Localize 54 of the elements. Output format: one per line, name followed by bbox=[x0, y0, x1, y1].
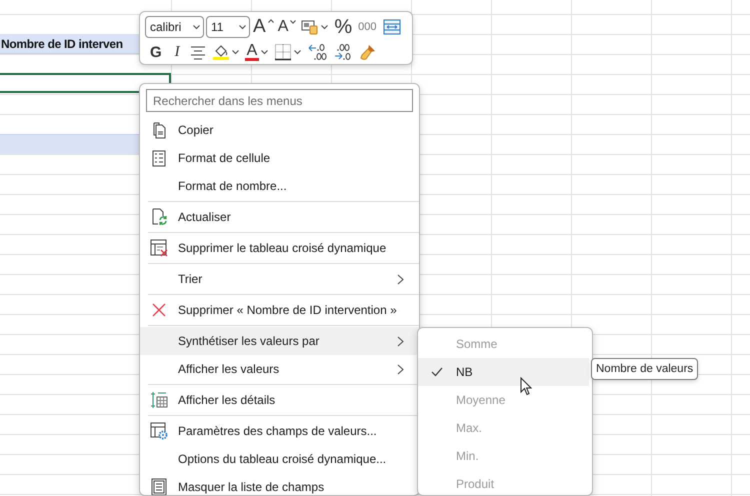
borders-icon bbox=[274, 43, 292, 61]
caret-icon bbox=[239, 24, 246, 30]
delete-cross-icon bbox=[152, 303, 166, 317]
menu-item[interactable]: Afficher les valeurs bbox=[140, 355, 419, 383]
menu-item[interactable]: Supprimer « Nombre de ID intervention » bbox=[140, 296, 419, 324]
chevron-right-icon bbox=[397, 364, 404, 374]
caret-down-icon bbox=[290, 20, 296, 24]
show-details-icon bbox=[150, 391, 168, 409]
align-center-icon bbox=[190, 44, 206, 60]
menu-item[interactable]: Afficher les détails bbox=[140, 386, 419, 414]
shrink-font-button[interactable]: A bbox=[276, 16, 298, 38]
caret-up-icon bbox=[268, 19, 274, 23]
mouse-cursor-icon bbox=[520, 377, 532, 396]
italic-button[interactable]: I bbox=[168, 41, 186, 63]
menu-item[interactable]: Trier bbox=[140, 265, 419, 293]
refresh-document-icon bbox=[150, 208, 168, 226]
chevron-right-icon bbox=[397, 336, 404, 346]
paint-bucket-icon bbox=[212, 43, 230, 61]
percent-button[interactable]: % bbox=[332, 16, 354, 38]
paintbrush-icon bbox=[359, 43, 378, 61]
decimal-arrow-icon bbox=[307, 43, 328, 61]
header-text: Nombre de ID interven bbox=[1, 37, 123, 51]
grow-font-button[interactable]: A bbox=[252, 16, 275, 38]
menu-item[interactable]: Synthétiser les valeurs par bbox=[140, 327, 419, 355]
copy-icon bbox=[151, 121, 167, 139]
bold-button[interactable]: G bbox=[145, 41, 167, 63]
menu-item[interactable]: Format de cellule bbox=[140, 144, 419, 172]
wrap-icon bbox=[382, 19, 401, 35]
menu-item[interactable]: Supprimer le tableau croisé dynamique bbox=[140, 234, 419, 262]
menu-item[interactable]: Paramètres des champs de valeurs... bbox=[140, 417, 419, 445]
caret-icon bbox=[261, 50, 268, 54]
borders-button[interactable] bbox=[272, 41, 304, 63]
caret-icon bbox=[321, 24, 328, 30]
format-cells-icon bbox=[152, 150, 166, 166]
field-settings-icon bbox=[150, 422, 168, 440]
caret-icon bbox=[294, 50, 302, 54]
tooltip: Nombre de valeurs bbox=[591, 358, 698, 380]
font-name-dropdown[interactable]: calibri bbox=[145, 16, 204, 38]
font-size-dropdown[interactable]: 11 bbox=[206, 16, 250, 38]
styles-icon bbox=[301, 19, 320, 35]
search-field[interactable]: Rechercher dans les menus bbox=[146, 89, 413, 112]
caret-icon bbox=[193, 24, 200, 30]
font-color-button[interactable]: A bbox=[242, 41, 270, 63]
menu-item[interactable]: Masquer la liste de champs bbox=[140, 473, 419, 495]
submenu-item[interactable]: NB bbox=[418, 358, 589, 386]
menu-item[interactable]: Actualiser bbox=[140, 203, 419, 231]
menu-item[interactable]: Copier bbox=[140, 116, 419, 144]
delete-table-icon bbox=[150, 239, 168, 257]
chevron-right-icon bbox=[397, 274, 404, 284]
menu-item[interactable]: Options du tableau croisé dynamique... bbox=[140, 445, 419, 473]
caret-icon bbox=[232, 50, 239, 54]
decimal-arrow-icon bbox=[333, 43, 354, 61]
menu-item[interactable]: Format de nombre... bbox=[140, 172, 419, 200]
thousands-button[interactable]: 000 bbox=[356, 16, 379, 38]
